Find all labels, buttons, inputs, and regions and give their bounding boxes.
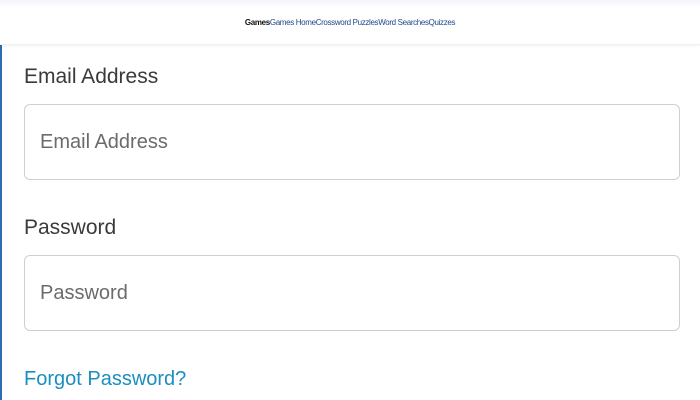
nav-link-word-searches[interactable]: Word Searches (378, 18, 429, 27)
left-accent-border (0, 44, 2, 400)
games-nav-links: GamesGames HomeCrossword PuzzlesWord Sea… (0, 18, 700, 28)
top-navigation: GamesGames HomeCrossword PuzzlesWord Sea… (0, 0, 700, 45)
nav-link-games-home[interactable]: Games Home (270, 18, 316, 27)
nav-top-strip (0, 0, 700, 8)
nav-label-games: Games (244, 18, 270, 27)
nav-link-quizzes[interactable]: Quizzes (429, 18, 456, 27)
login-form: Email Address Password Forgot Password? (24, 62, 680, 391)
email-field[interactable] (24, 104, 680, 180)
password-label: Password (24, 216, 117, 239)
email-label: Email Address (24, 65, 159, 88)
password-field[interactable] (24, 255, 680, 331)
nav-link-crossword-puzzles[interactable]: Crossword Puzzles (316, 18, 379, 27)
forgot-password-link[interactable]: Forgot Password? (24, 368, 186, 391)
